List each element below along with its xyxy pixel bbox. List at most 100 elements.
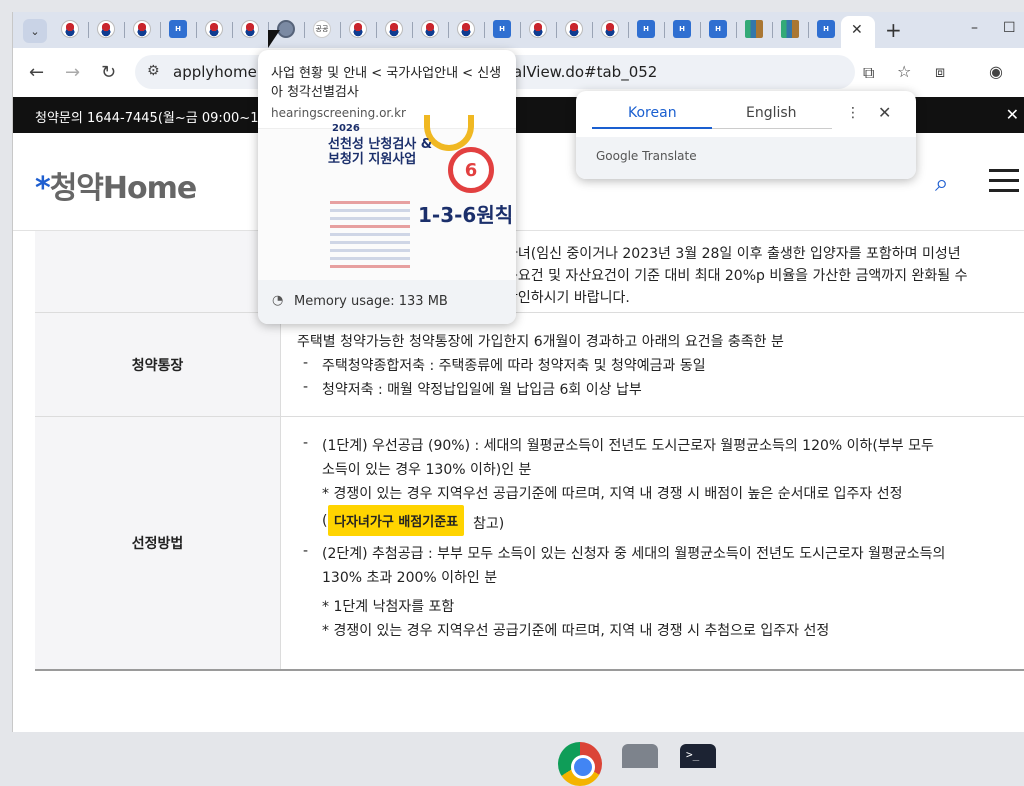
table-row: 자녀(임신 중이거나 2023년 3월 28일 이후 출생한 입양자를 포함하며… bbox=[35, 231, 1024, 313]
tab-separator bbox=[340, 22, 341, 38]
table-row: 청약통장 주택별 청약가능한 청약통장에 가입한지 6개월이 경과하고 아래의 … bbox=[35, 313, 1024, 417]
memory-usage: ◔ Memory usage: 133 MB bbox=[258, 280, 516, 324]
terminal-app-icon[interactable]: >_ bbox=[680, 744, 716, 768]
active-tab-underline bbox=[592, 127, 712, 129]
poster-number-badge: 6 bbox=[448, 147, 494, 193]
memory-gauge-icon: ◔ bbox=[272, 293, 284, 308]
extensions-icon[interactable]: ⧈ bbox=[935, 62, 945, 82]
tab-separator bbox=[772, 22, 773, 38]
site-info-icon[interactable]: ⚙ bbox=[147, 63, 160, 79]
row-text: 득요건 및 자산요건이 기준 대비 최대 20%p 비율을 가산한 금액까지 완… bbox=[505, 268, 968, 284]
note-text: ( bbox=[322, 513, 328, 529]
tab-separator bbox=[736, 22, 737, 38]
new-tab-button[interactable]: + bbox=[885, 18, 902, 42]
tab-favicon-home-icon[interactable]: H bbox=[493, 20, 511, 38]
tab-divider bbox=[712, 128, 832, 129]
tab-separator bbox=[556, 22, 557, 38]
maximize-button[interactable]: ☐ bbox=[1003, 20, 1016, 36]
tab-favicon-gov-icon[interactable] bbox=[385, 20, 403, 38]
poster-text-lines bbox=[330, 201, 410, 273]
list-item: 소득이 있는 경우 130% 이하)인 분 bbox=[322, 462, 532, 478]
tab-separator bbox=[124, 22, 125, 38]
chrome-app-icon[interactable] bbox=[558, 742, 602, 786]
row-text: 자녀(임신 중이거나 2023년 3월 28일 이후 출생한 입양자를 포함하며… bbox=[505, 246, 961, 262]
tab-favicon-home-icon[interactable]: H bbox=[169, 20, 187, 38]
files-app-icon[interactable] bbox=[622, 744, 658, 768]
scoring-criteria-button[interactable]: 다자녀가구 배점기준표 bbox=[328, 505, 465, 536]
tab-search-button[interactable]: ⌄ bbox=[23, 19, 47, 43]
note-text: * 경쟁이 있는 경우 지역우선 공급기준에 따르며, 지역 내 경쟁 시 추첨… bbox=[322, 623, 830, 639]
translate-footer: Google Translate bbox=[576, 137, 916, 179]
tab-english[interactable]: English bbox=[746, 105, 797, 121]
list-item: (2단계) 추첨공급 : 부부 모두 소득이 있는 신청자 중 세대의 월평균소… bbox=[322, 546, 946, 562]
dash-marker: - bbox=[303, 435, 309, 451]
tab-favicon-gov-icon[interactable] bbox=[97, 20, 115, 38]
tab-separator bbox=[628, 22, 629, 38]
memory-usage-text: Memory usage: 133 MB bbox=[294, 294, 448, 309]
reload-icon[interactable]: ↻ bbox=[101, 62, 116, 83]
tab-separator bbox=[196, 22, 197, 38]
tab-favicon-gov-icon[interactable] bbox=[241, 20, 259, 38]
notice-close-icon[interactable]: ✕ bbox=[1006, 105, 1019, 124]
tab-separator bbox=[88, 22, 89, 38]
mouse-cursor-icon bbox=[268, 30, 280, 48]
tab-separator bbox=[160, 22, 161, 38]
list-item: 청약저축 : 매월 약정납입일에 월 납입금 6회 이상 납부 bbox=[322, 382, 642, 398]
site-logo[interactable]: *청약Home bbox=[35, 163, 197, 207]
more-options-icon[interactable]: ⋮ bbox=[846, 105, 860, 121]
main-content: 자녀(임신 중이거나 2023년 3월 28일 이후 출생한 입양자를 포함하며… bbox=[35, 231, 1024, 671]
tab-favicon-gov-icon[interactable] bbox=[565, 20, 583, 38]
tab-favicon-gov-icon[interactable] bbox=[133, 20, 151, 38]
tab-separator bbox=[304, 22, 305, 38]
tab-favicon-bld-icon[interactable] bbox=[781, 20, 799, 38]
tab-favicon-gov-icon[interactable] bbox=[205, 20, 223, 38]
dash-marker: - bbox=[303, 355, 309, 371]
tab-separator bbox=[232, 22, 233, 38]
tab-favicon-txt-icon[interactable]: 공공 bbox=[313, 20, 331, 38]
tab-favicon-gov-icon[interactable] bbox=[601, 20, 619, 38]
tab-favicon-gov-icon[interactable] bbox=[529, 20, 547, 38]
poster-rule: 1-3-6원칙 bbox=[418, 203, 514, 227]
tab-favicon-home-icon[interactable]: H bbox=[817, 20, 835, 38]
google-translate-popup: Korean English ⋮ ✕ Google Translate bbox=[576, 91, 916, 179]
taskbar: >_ bbox=[0, 732, 1024, 786]
url-text-tail: alView.do#tab_052 bbox=[513, 63, 658, 81]
tab-favicon-gov-icon[interactable] bbox=[457, 20, 475, 38]
tab-favicon-home-icon[interactable]: H bbox=[637, 20, 655, 38]
tab-favicon-gov-icon[interactable] bbox=[61, 20, 79, 38]
close-icon[interactable]: ✕ bbox=[878, 103, 891, 122]
profile-icon[interactable]: ◉ bbox=[989, 62, 1003, 81]
tab-separator bbox=[448, 22, 449, 38]
hamburger-menu-icon[interactable] bbox=[989, 169, 1019, 193]
close-tab-icon[interactable]: ✕ bbox=[851, 22, 863, 38]
google-translate-brand: Google Translate bbox=[596, 149, 697, 163]
tab-separator bbox=[592, 22, 593, 38]
chevron-down-icon: ⌄ bbox=[30, 24, 40, 38]
tab-separator bbox=[808, 22, 809, 38]
back-icon[interactable]: ← bbox=[29, 62, 44, 83]
poster-title: 선천성 난청검사 & 보청기 지원사업 bbox=[328, 137, 433, 167]
tab-separator bbox=[520, 22, 521, 38]
row-label: 청약통장 bbox=[35, 313, 281, 416]
minimize-button[interactable]: – bbox=[971, 20, 978, 36]
translate-icon[interactable]: ⧉ bbox=[863, 63, 874, 83]
forward-icon[interactable]: → bbox=[65, 62, 80, 83]
tab-favicon-bld-icon[interactable] bbox=[745, 20, 763, 38]
notice-text: 청약문의 1644-7445(월~금 09:00~17: bbox=[35, 111, 272, 126]
tab-favicon-home-icon[interactable]: H bbox=[673, 20, 691, 38]
browser-toolbar: ← → ↻ ⚙ applyhome.co alView.do#tab_052 ⧉… bbox=[13, 48, 1024, 96]
tab-favicon-gov-icon[interactable] bbox=[349, 20, 367, 38]
tab-favicon-gov-icon[interactable] bbox=[421, 20, 439, 38]
bookmark-star-icon[interactable]: ☆ bbox=[897, 62, 911, 81]
row-text: 확인하시기 바랍니다. bbox=[505, 290, 630, 306]
tab-favicon-home-icon[interactable]: H bbox=[709, 20, 727, 38]
preview-title: 사업 현황 및 안내 < 국가사업안내 < 신생아 청각선별검사 bbox=[271, 66, 502, 100]
list-item: (1단계) 우선공급 (90%) : 세대의 월평균소득이 전년도 도시근로자 … bbox=[322, 438, 934, 454]
tab-strip: ⌄ H 공공 H H H H H ✕ + – ☐ bbox=[13, 12, 1024, 48]
tab-hover-preview: 사업 현황 및 안내 < 국가사업안내 < 신생아 청각선별검사 hearing… bbox=[258, 50, 516, 324]
preview-domain: hearingscreening.or.kr bbox=[271, 106, 406, 120]
list-item: 130% 초과 200% 이하인 분 bbox=[322, 570, 498, 586]
search-icon[interactable]: ⌕ bbox=[935, 169, 948, 197]
tab-separator bbox=[664, 22, 665, 38]
tab-korean[interactable]: Korean bbox=[628, 105, 677, 121]
